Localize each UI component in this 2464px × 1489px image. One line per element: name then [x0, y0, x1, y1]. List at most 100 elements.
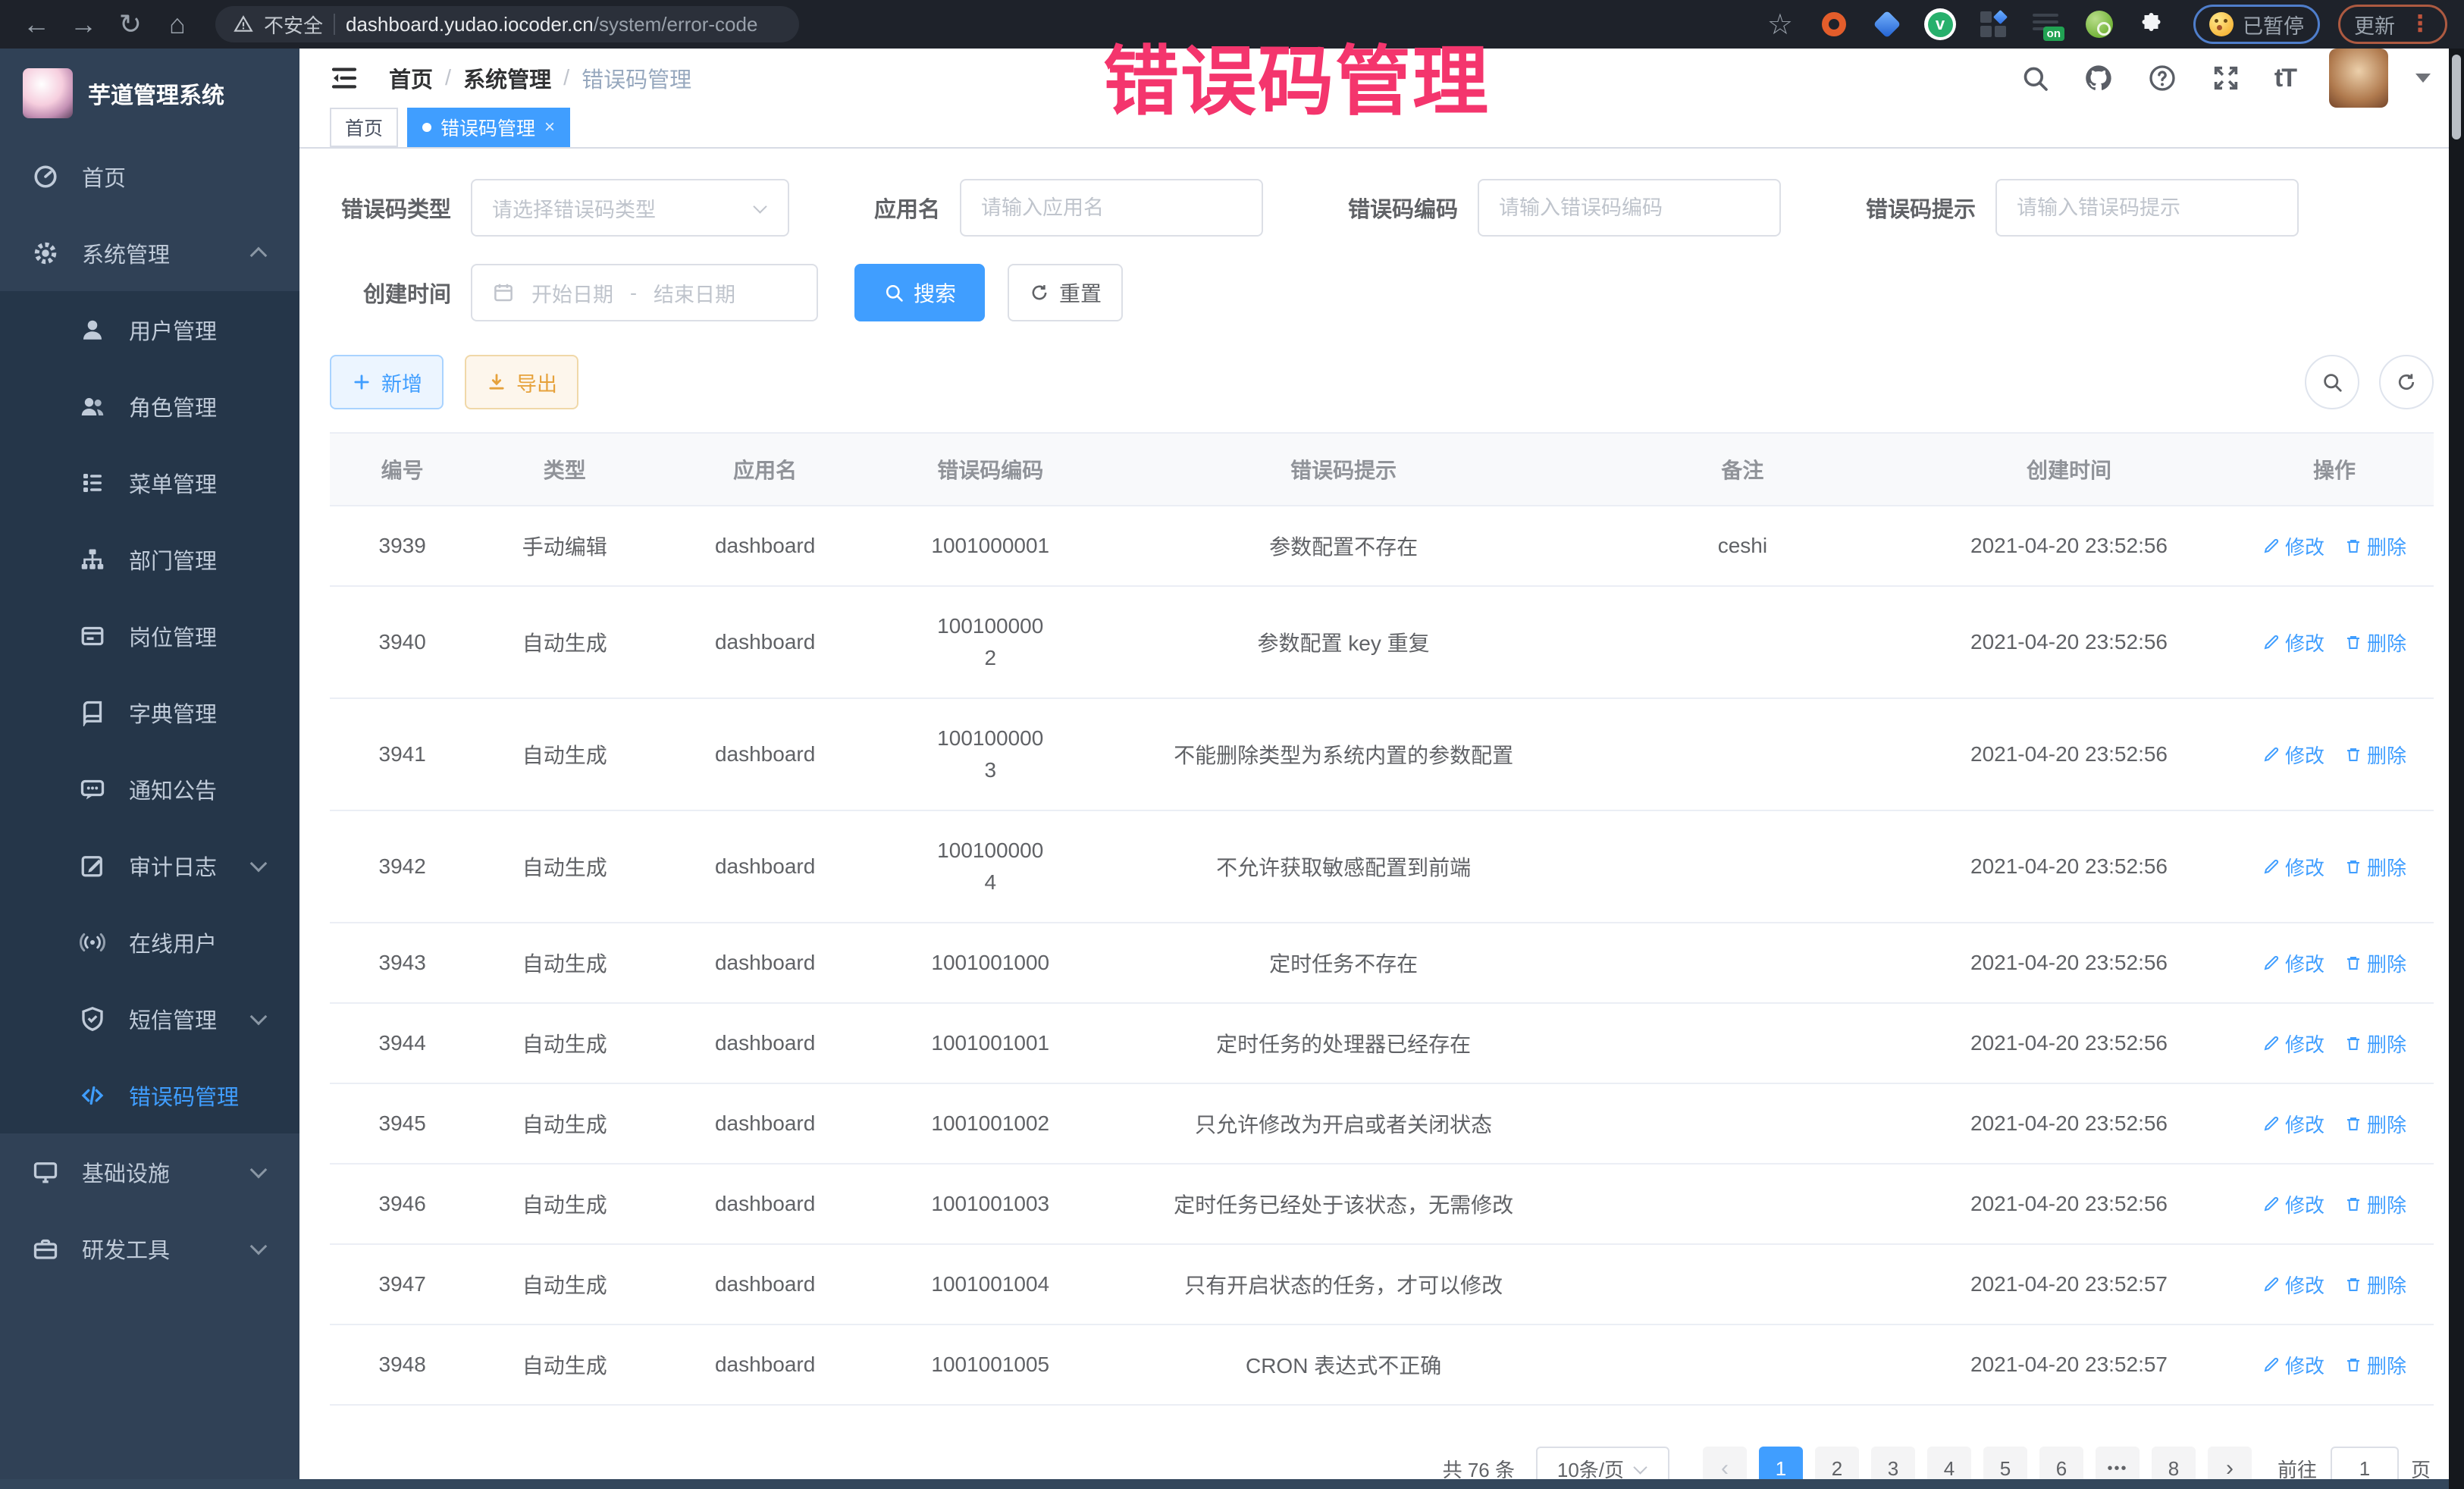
- user-avatar[interactable]: [2329, 49, 2388, 108]
- breadcrumb-system[interactable]: 系统管理: [463, 62, 551, 94]
- sidebar-item-label: 角色管理: [129, 390, 217, 422]
- help-icon[interactable]: [2147, 63, 2177, 93]
- cell-type: 自动生成: [475, 1164, 654, 1244]
- browser-menu-icon[interactable]: ⋮: [2409, 17, 2431, 32]
- cell-id: 3943: [330, 923, 475, 1003]
- delete-link[interactable]: 删除: [2344, 1190, 2406, 1218]
- forward-icon[interactable]: →: [64, 8, 103, 40]
- sidebar-item-label: 基础设施: [82, 1156, 170, 1188]
- table-row: 3942 自动生成 dashboard 100100000 4 不允许获取敏感配…: [330, 810, 2434, 923]
- delete-link[interactable]: 删除: [2344, 853, 2406, 881]
- sidebar-item[interactable]: 用户管理: [0, 291, 299, 368]
- address-bar[interactable]: 不安全 dashboard.yudao.iocoder.cn/system/er…: [215, 6, 799, 42]
- delete-link[interactable]: 删除: [2344, 741, 2406, 769]
- breadcrumb: 首页 / 系统管理 / 错误码管理: [389, 62, 691, 94]
- sidebar-item[interactable]: 错误码管理: [0, 1057, 299, 1133]
- profile-paused-chip[interactable]: 已暂停: [2193, 5, 2320, 44]
- tab-error-code-label: 错误码管理: [440, 114, 535, 141]
- extension-green-search-icon[interactable]: [2083, 8, 2115, 40]
- error-type-select[interactable]: 请选择错误码类型: [471, 179, 789, 237]
- sidebar-item[interactable]: 字典管理: [0, 674, 299, 751]
- edit-link[interactable]: 修改: [2262, 741, 2324, 769]
- font-size-icon[interactable]: tT: [2274, 64, 2296, 93]
- table-row: 3944 自动生成 dashboard 1001001001 定时任务的处理器已…: [330, 1003, 2434, 1083]
- app-name-input[interactable]: [981, 196, 1242, 220]
- delete-link[interactable]: 删除: [2344, 1271, 2406, 1299]
- refresh-table-button[interactable]: [2379, 355, 2434, 409]
- sidebar-item-label: 岗位管理: [129, 620, 217, 652]
- search-button[interactable]: 搜索: [854, 264, 985, 321]
- edit-link[interactable]: 修改: [2262, 853, 2324, 881]
- col-actions: 操作: [2235, 433, 2434, 506]
- reset-button[interactable]: 重置: [1008, 264, 1123, 321]
- sidebar-item[interactable]: 岗位管理: [0, 597, 299, 674]
- tab-error-code[interactable]: 错误码管理 ×: [407, 108, 570, 147]
- table-header-row: 编号 类型 应用名 错误码编码 错误码提示 备注 创建时间 操作: [330, 433, 2434, 506]
- delete-link[interactable]: 删除: [2344, 1110, 2406, 1138]
- edit-link[interactable]: 修改: [2262, 532, 2324, 560]
- extension-grid-icon[interactable]: [1977, 8, 2009, 40]
- tab-close-icon[interactable]: ×: [544, 117, 555, 138]
- github-icon[interactable]: [2083, 63, 2114, 93]
- scrollbar-thumb[interactable]: [2452, 55, 2461, 139]
- fullscreen-icon[interactable]: [2211, 63, 2241, 93]
- sidebar-item[interactable]: 通知公告: [0, 751, 299, 827]
- trash-icon: [2344, 1275, 2362, 1293]
- extension-orange-ring-icon[interactable]: [1818, 8, 1850, 40]
- edit-link[interactable]: 修改: [2262, 1271, 2324, 1299]
- search-icon[interactable]: [2020, 63, 2050, 93]
- edit-link[interactable]: 修改: [2262, 1110, 2324, 1138]
- breadcrumb-home[interactable]: 首页: [389, 62, 433, 94]
- export-button[interactable]: 导出: [465, 355, 578, 409]
- edit-log-icon: [79, 852, 106, 879]
- edit-link[interactable]: 修改: [2262, 949, 2324, 977]
- edit-link[interactable]: 修改: [2262, 1351, 2324, 1379]
- cell-code: 100100000 3: [876, 698, 1105, 810]
- reload-icon[interactable]: ↻: [111, 8, 150, 40]
- sidebar-item[interactable]: 角色管理: [0, 368, 299, 444]
- error-code-input[interactable]: [1499, 196, 1760, 220]
- sidebar-item[interactable]: 菜单管理: [0, 444, 299, 521]
- delete-link[interactable]: 删除: [2344, 1351, 2406, 1379]
- sidebar-item[interactable]: 基础设施: [0, 1133, 299, 1210]
- extension-green-v-icon[interactable]: v: [1924, 8, 1956, 40]
- browser-update-chip[interactable]: 更新 ⋮: [2338, 5, 2447, 44]
- col-id: 编号: [330, 433, 475, 506]
- extension-puzzle-icon[interactable]: [2136, 8, 2168, 40]
- delete-link[interactable]: 删除: [2344, 1030, 2406, 1058]
- delete-link[interactable]: 删除: [2344, 532, 2406, 560]
- extension-list-on-icon[interactable]: on: [2030, 8, 2062, 40]
- cell-msg: CRON 表达式不正确: [1105, 1324, 1582, 1405]
- cell-code: 100100000 4: [876, 810, 1105, 923]
- edit-link[interactable]: 修改: [2262, 629, 2324, 657]
- tab-home[interactable]: 首页: [330, 108, 398, 147]
- sidebar-item-label: 短信管理: [129, 1003, 217, 1035]
- sidebar-item[interactable]: 审计日志: [0, 827, 299, 904]
- sidebar-item[interactable]: 系统管理: [0, 215, 299, 291]
- sidebar-item[interactable]: 研发工具: [0, 1210, 299, 1287]
- error-msg-input[interactable]: [2017, 196, 2277, 220]
- chevron-icon: [249, 1163, 268, 1181]
- app-logo-row[interactable]: 芋道管理系统: [0, 49, 299, 138]
- sidebar-item[interactable]: 短信管理: [0, 980, 299, 1057]
- edit-link[interactable]: 修改: [2262, 1190, 2324, 1218]
- sidebar-item[interactable]: 首页: [0, 138, 299, 215]
- date-range-picker[interactable]: 开始日期 - 结束日期: [471, 264, 818, 321]
- home-icon[interactable]: ⌂: [158, 8, 197, 40]
- sidebar-item[interactable]: 部门管理: [0, 521, 299, 597]
- avatar-caret-icon[interactable]: [2415, 74, 2431, 83]
- extension-gem-icon[interactable]: [1871, 8, 1903, 40]
- cell-code: 1001001000: [876, 923, 1105, 1003]
- back-icon[interactable]: ←: [17, 8, 56, 40]
- bookmark-star-icon[interactable]: ☆: [1767, 8, 1793, 42]
- edit-link[interactable]: 修改: [2262, 1030, 2324, 1058]
- delete-link[interactable]: 删除: [2344, 629, 2406, 657]
- sidebar-item[interactable]: 在线用户: [0, 904, 299, 980]
- table-settings: [2305, 355, 2434, 409]
- window-scrollbar[interactable]: [2449, 49, 2464, 1489]
- window-bottom-edge: [0, 1479, 2464, 1489]
- sidebar-collapse-icon[interactable]: [328, 62, 360, 94]
- delete-link[interactable]: 删除: [2344, 949, 2406, 977]
- add-button[interactable]: 新增: [330, 355, 444, 409]
- show-search-button[interactable]: [2305, 355, 2359, 409]
